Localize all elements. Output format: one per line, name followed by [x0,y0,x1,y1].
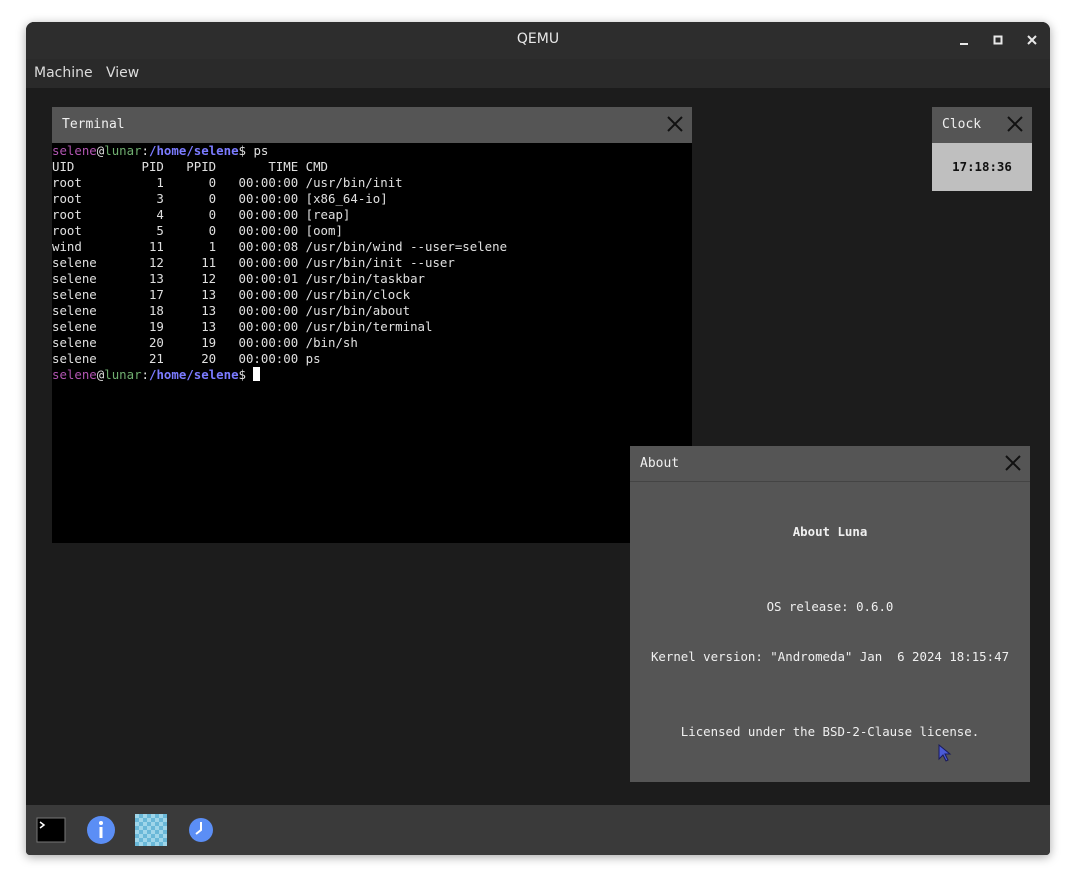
prompt-path: /home/selene [149,143,239,158]
prompt-line[interactable]: selene@lunar:/home/selene$ [52,367,692,383]
clock-window[interactable]: Clock 17:18:36 [932,107,1032,191]
about-heading: About Luna [792,524,868,539]
ps-row: selene 19 13 00:00:00 /usr/bin/terminal [52,319,433,334]
menu-view[interactable]: View [106,65,139,81]
ps-header: UID PID PPID TIME CMD [52,159,329,174]
qemu-window: QEMU Machine View Terminal selene@lunar:… [26,22,1050,855]
terminal-titlebar[interactable]: Terminal [52,107,692,143]
close-icon[interactable] [1006,115,1024,133]
text-cursor [253,367,261,381]
prompt-user: selene [52,367,97,382]
taskbar [26,805,1050,855]
about-title: About [640,456,680,471]
menu-machine[interactable]: Machine [34,65,93,81]
license-text: Licensed under the BSD-2-Clause license. [680,724,980,739]
window-title: QEMU [516,31,560,47]
ps-row: selene 12 11 00:00:00 /usr/bin/init --us… [52,255,455,270]
window-titlebar[interactable]: QEMU [26,22,1050,59]
close-icon[interactable] [666,115,684,133]
guest-screen[interactable]: Terminal selene@lunar:/home/selene$ ps UI… [26,88,1050,805]
about-window[interactable]: About About Luna OS release: 0.6.0 Kerne… [630,446,1030,782]
ps-row: selene 20 19 00:00:00 /bin/sh [52,335,358,350]
ps-row: wind 11 1 00:00:08 /usr/bin/wind --user=… [52,239,508,254]
prompt-sep: : [141,143,150,158]
prompt-path: /home/selene [149,367,239,382]
terminal-window[interactable]: Terminal selene@lunar:/home/selene$ ps UI… [52,107,692,543]
close-button[interactable] [1022,30,1042,50]
prompt-line: selene@lunar:/home/selene$ ps [52,143,692,159]
prompt-user: selene [52,143,97,158]
clock-icon[interactable] [188,817,214,843]
menubar: Machine View [26,59,1050,89]
ps-row: root 5 0 00:00:00 [oom] [52,223,343,238]
ps-row: selene 18 13 00:00:00 /usr/bin/about [52,303,411,318]
title-divider [630,481,1030,482]
close-icon [1027,35,1037,45]
kernel-version: Kernel version: "Andromeda" Jan 6 2024 1… [650,649,1010,664]
minimize-button[interactable] [954,30,974,50]
ps-row: selene 21 20 00:00:00 ps [52,351,321,366]
terminal-title: Terminal [62,117,125,132]
minimize-icon [960,43,968,45]
maximize-button[interactable] [988,30,1008,50]
prompt-sigil: $ [238,367,254,382]
prompt-host: lunar [104,367,142,382]
ps-row: root 4 0 00:00:00 [reap] [52,207,351,222]
ps-row: root 1 0 00:00:00 /usr/bin/init [52,175,403,190]
terminal-icon[interactable] [36,815,66,845]
about-titlebar[interactable]: About [630,446,1030,482]
ps-row: selene 13 12 00:00:01 /usr/bin/taskbar [52,271,425,286]
info-icon[interactable] [86,815,116,845]
terminal-output[interactable]: selene@lunar:/home/selene$ ps UID PID PPI… [52,143,692,543]
prompt-host: lunar [104,143,142,158]
prompt-sep: : [141,367,150,382]
mouse-pointer-icon [938,744,952,762]
command-text: ps [253,143,269,158]
close-icon[interactable] [1004,454,1022,472]
clock-title: Clock [942,117,982,132]
maximize-icon [993,35,1003,45]
ps-row: selene 17 13 00:00:00 /usr/bin/clock [52,287,411,302]
clock-time: 17:18:36 [952,159,1012,174]
os-release: OS release: 0.6.0 [766,599,894,614]
checkerboard-icon[interactable] [135,814,167,846]
prompt-sigil: $ [238,143,254,158]
clock-titlebar[interactable]: Clock [932,107,1032,143]
ps-row: root 3 0 00:00:00 [x86_64-io] [52,191,388,206]
